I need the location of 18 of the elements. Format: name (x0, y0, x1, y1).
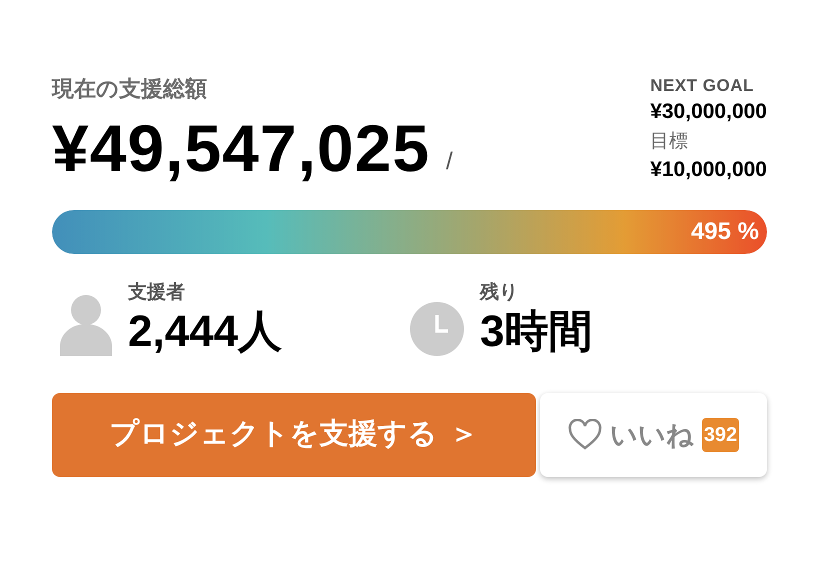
stat-value: 2,444人 (128, 306, 282, 358)
stat-value: 3時間 (480, 306, 592, 358)
like-button[interactable]: いいね 392 (540, 393, 767, 477)
clock-icon (410, 302, 464, 356)
stat-label: 支援者 (128, 281, 186, 305)
goal-amount: ¥30,000,000 (650, 99, 767, 125)
goal-label: 目標 (650, 130, 690, 154)
like-count: 392 (702, 418, 740, 452)
stat-label: 残り (480, 281, 519, 305)
support-button[interactable]: プロジェクトを支援する ＞ (52, 393, 536, 477)
progress-percent: 495 % (690, 217, 759, 247)
goal-label: NEXT GOAL (650, 75, 755, 97)
funding-label: 現在の支援総額 (52, 75, 208, 103)
funding-amount: ¥49,547,025 (52, 110, 430, 187)
heart-icon (568, 419, 602, 451)
person-icon (60, 294, 112, 356)
separator: / (446, 147, 453, 177)
goal-amount: ¥10,000,000 (650, 157, 767, 183)
